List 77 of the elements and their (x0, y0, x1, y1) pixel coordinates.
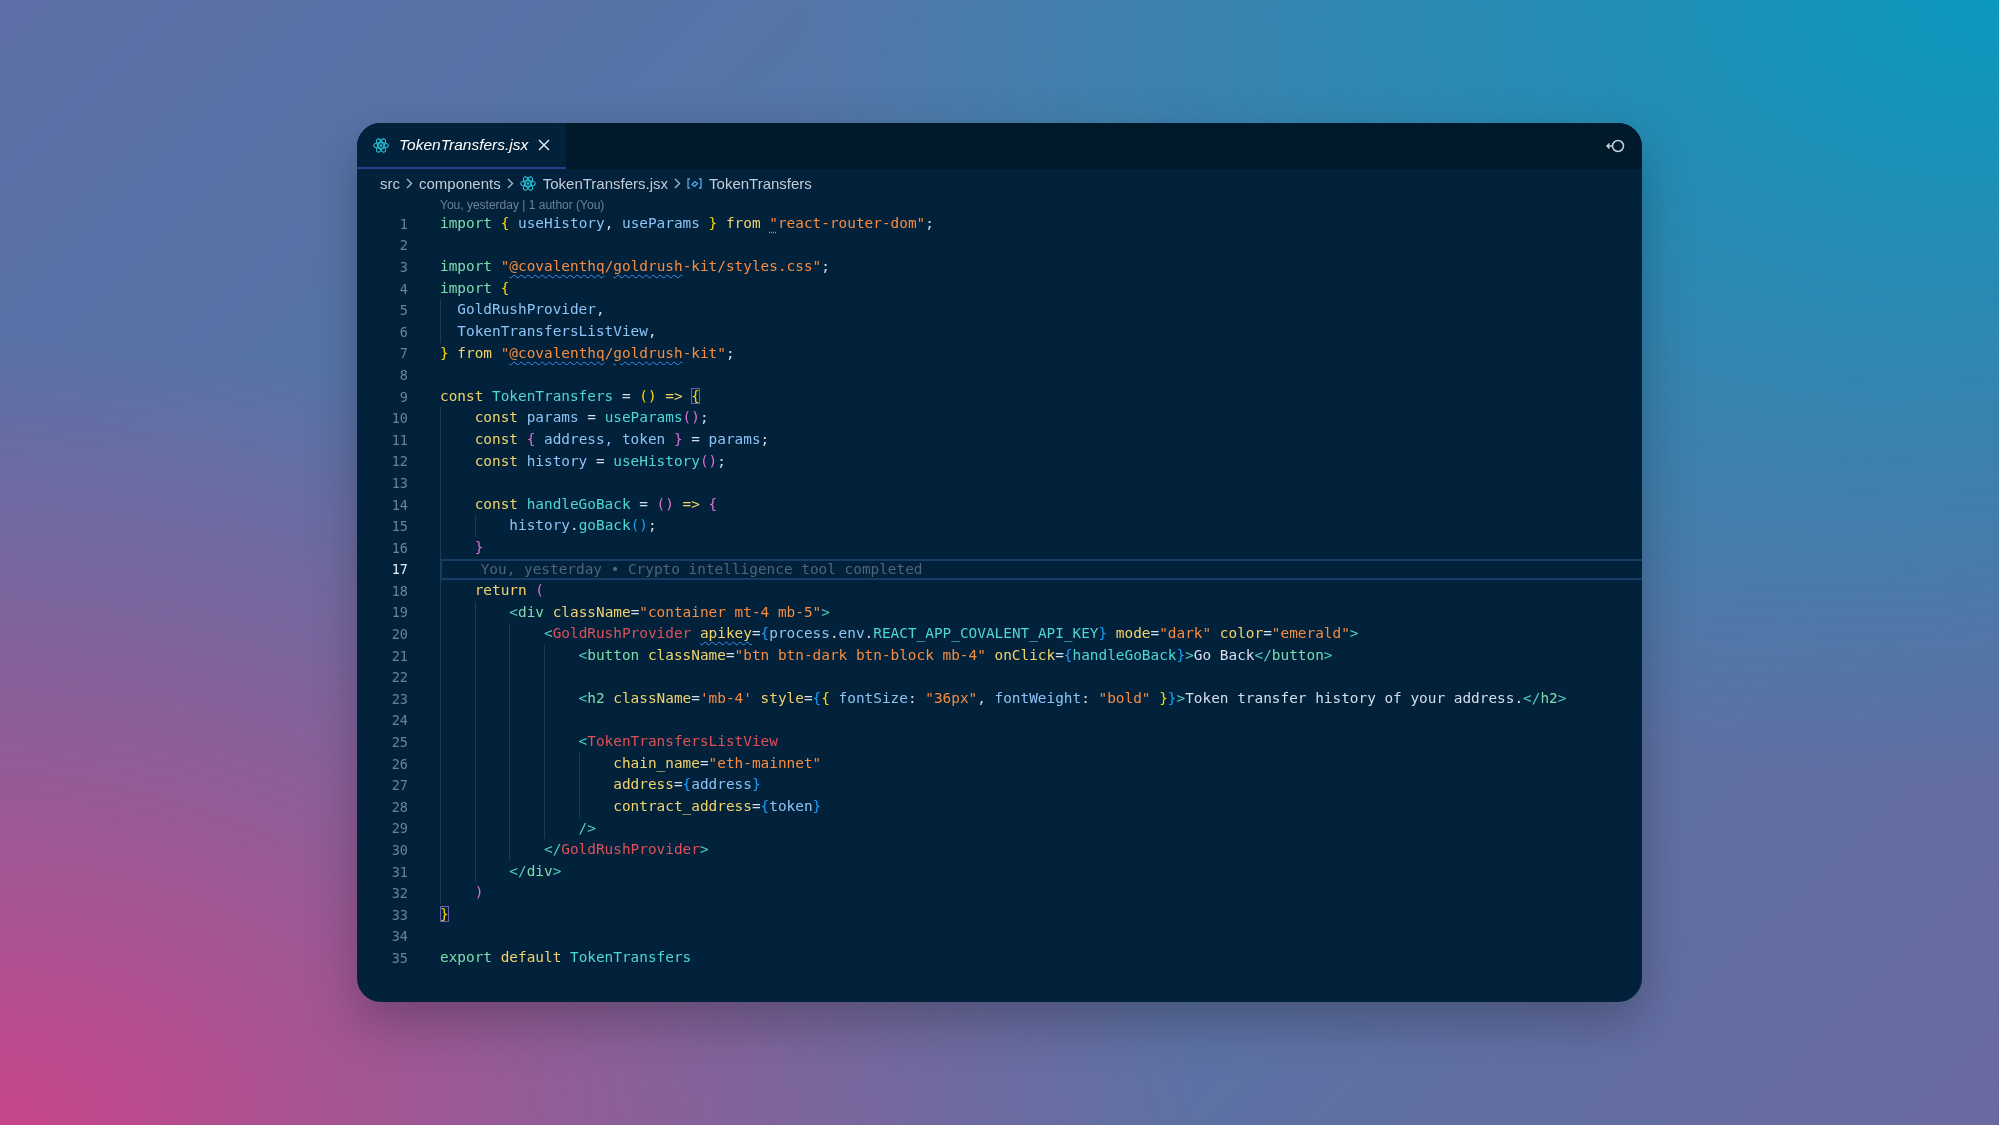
code-line: import { (440, 279, 510, 296)
line-number: 17 (390, 561, 409, 578)
blame-annotation: You, yesterday | 1 author (You) (440, 197, 605, 213)
line-number: 18 (390, 582, 409, 599)
line-number: 7 (398, 345, 409, 362)
line-number: 30 (390, 842, 409, 858)
code-line: TokenTransfersListView, (456, 322, 657, 339)
line-number: 2 (398, 237, 409, 254)
line-number: 9 (398, 388, 409, 405)
line-number: 35 (390, 950, 409, 966)
code-line: const TokenTransfers = () => { (440, 387, 700, 404)
code-line: import "@covalenthq/goldrush-kit/styles.css"; (440, 258, 830, 275)
code-line: const params = useParams(); (473, 409, 709, 426)
line-number: 12 (390, 453, 409, 470)
code-line: } (473, 538, 484, 555)
line-number: 23 (390, 690, 409, 707)
line-number: 34 (390, 928, 409, 945)
close-icon[interactable] (538, 139, 551, 151)
code-line: const { address, token } = params; (473, 430, 770, 447)
code-line: /> (577, 819, 596, 836)
line-number: 1 (398, 215, 409, 232)
line-number: 16 (390, 539, 409, 556)
code-line: <button className="btn btn-dark btn-block mb-4" onClick={handleGoBack}>Go Back</button> (577, 646, 1333, 663)
line-number: 31 (390, 863, 409, 880)
code-line: <div className="container mt-4 mb-5"> (508, 603, 830, 620)
line-number: 28 (390, 798, 409, 815)
line-number: 27 (390, 777, 409, 794)
line-number: 20 (390, 626, 409, 643)
react-icon (519, 175, 536, 191)
line-number: 10 (390, 410, 409, 427)
react-icon (373, 137, 389, 153)
line-number: 13 (390, 474, 409, 491)
line-number: 5 (398, 302, 409, 319)
line-number: 19 (390, 604, 409, 621)
code-line: </GoldRushProvider> (542, 841, 709, 858)
line-number: 24 (390, 712, 409, 729)
line-number: 11 (390, 431, 409, 448)
chevron-icon (406, 177, 413, 189)
line-number: 29 (390, 820, 409, 837)
breadcrumb-item[interactable]: TokenTransfers (687, 174, 812, 192)
code-line: import { useHistory, useParams } from "react-router-dom"; (440, 215, 934, 231)
symbol-icon (687, 177, 703, 189)
code-line: ) (473, 884, 484, 901)
line-number: 25 (390, 734, 409, 751)
code-line: } (440, 906, 449, 922)
code-line: export default TokenTransfers (440, 949, 692, 966)
code-line: <GoldRushProvider apikey={process.env.REACT_APP_COVALENT_API_KEY} mode="dark" color="emerald"> (542, 625, 1359, 642)
blame-annotation: You, yesterday • Crypto intelligence tool completed (480, 560, 923, 577)
code-line: return ( (473, 582, 544, 599)
code-line: const handleGoBack = () => { (473, 495, 718, 512)
breadcrumb-item[interactable]: components (419, 174, 501, 192)
line-number: 15 (390, 518, 409, 535)
code-line: } from "@covalenthq/goldrush-kit"; (440, 344, 735, 361)
code-line: contract_address={token} (612, 798, 822, 815)
line-number: 32 (390, 885, 409, 902)
code-line: GoldRushProvider, (456, 301, 605, 318)
breadcrumb-item[interactable]: TokenTransfers.jsx (519, 174, 669, 192)
line-number: 26 (390, 755, 409, 772)
code-line: address={address} (612, 776, 761, 793)
code-line: chain_name="eth-mainnet" (612, 754, 822, 771)
line-number: 8 (398, 366, 409, 383)
editor-tab[interactable]: TokenTransfers.jsx (357, 123, 567, 169)
chevron-icon (506, 177, 514, 189)
line-number: 33 (390, 906, 409, 923)
code-line: history.goBack(); (508, 517, 657, 534)
line-number: 21 (390, 647, 409, 664)
chevron-icon (674, 177, 682, 189)
line-number: 6 (398, 323, 409, 340)
code-line: const history = useHistory(); (473, 452, 726, 469)
line-number: 14 (390, 496, 409, 513)
code-line: <h2 className='mb-4' style={{ fontSize: "36px", fontWeight: "bold" }}>Token transfer history of your address.</h2> (577, 690, 1567, 707)
line-number: 3 (398, 259, 409, 275)
line-number: 4 (398, 280, 409, 297)
code-line: <TokenTransfersListView (577, 733, 778, 750)
breadcrumb-item[interactable]: src (380, 174, 400, 192)
line-number: 22 (390, 669, 409, 686)
code-line: </div> (508, 862, 562, 879)
